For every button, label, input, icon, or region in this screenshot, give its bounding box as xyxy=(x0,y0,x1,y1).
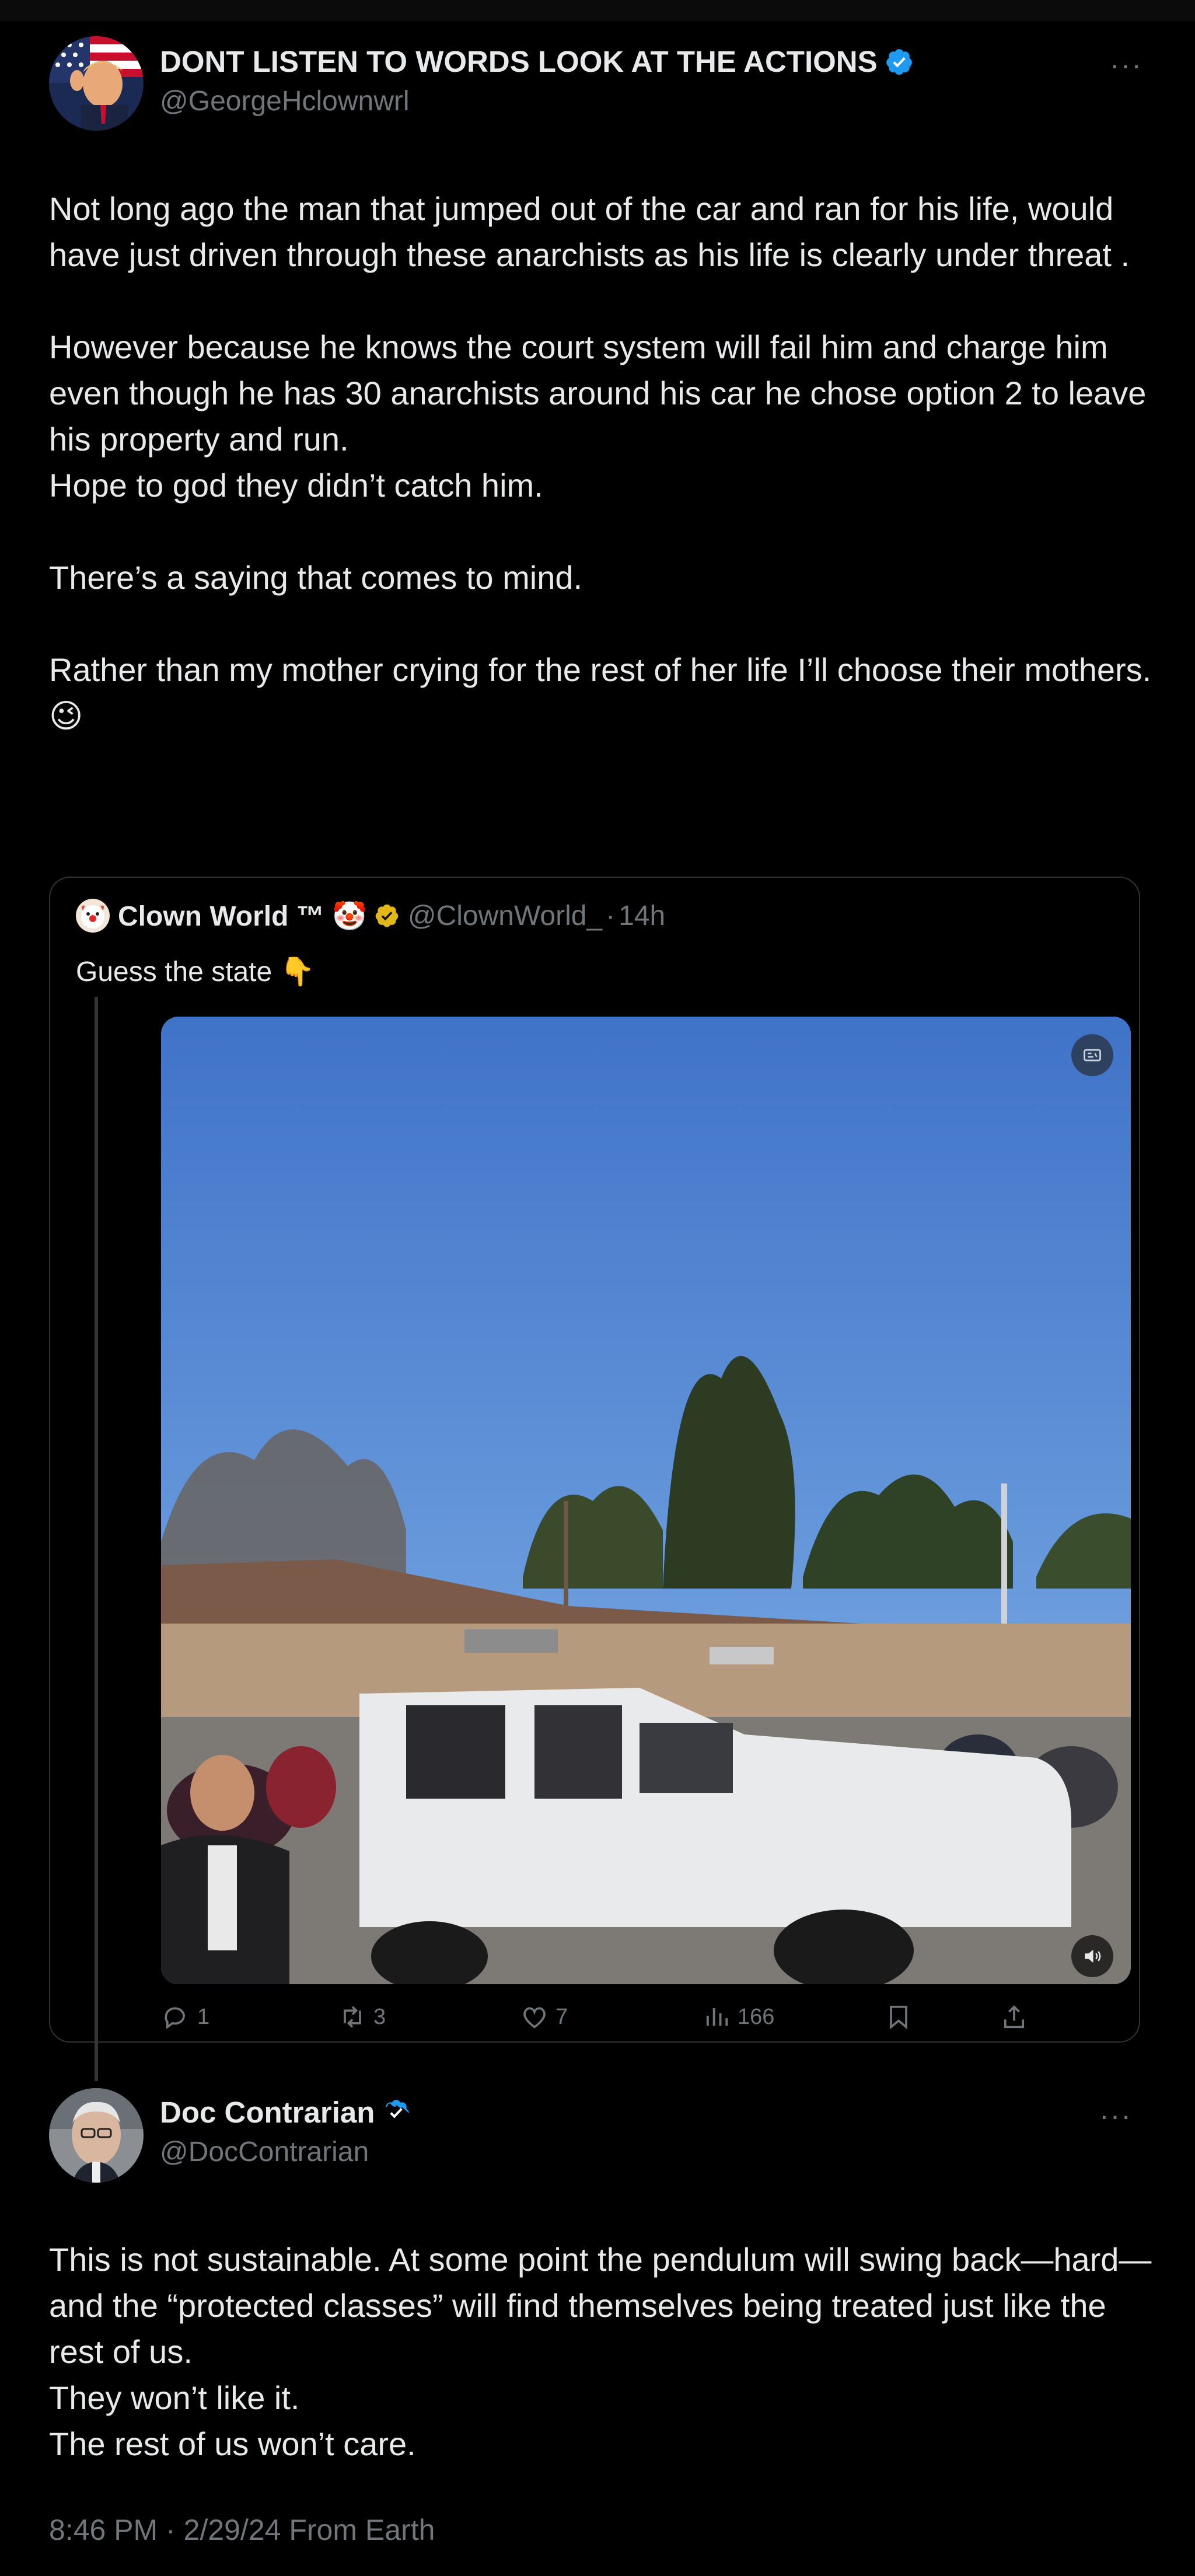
tweet-action-bar: 1 3 7 166 xyxy=(161,2002,1036,2037)
views-icon xyxy=(706,2008,728,2026)
reply-button[interactable]: 1 xyxy=(161,2002,209,2032)
views-button[interactable]: 166 xyxy=(701,2002,774,2032)
gold-check-icon xyxy=(375,904,399,927)
reply-body: This is not sustainable. At some point t… xyxy=(49,2236,1158,2467)
author-display-name[interactable]: DONT LISTEN TO WORDS LOOK AT THE ACTIONS xyxy=(160,44,878,79)
reply-author-display-name[interactable]: Doc Contrarian xyxy=(160,2095,375,2130)
quoted-tweet-header[interactable]: Clown World ™ 🤡 @ClownWorld_ · 14h xyxy=(76,899,665,933)
quoted-author-avatar[interactable] xyxy=(76,899,110,933)
more-horizontal-icon[interactable]: ··· xyxy=(1110,50,1142,79)
volume-icon[interactable] xyxy=(1071,1935,1113,1977)
reply-author-name-row[interactable]: Doc Contrarian xyxy=(160,2095,411,2130)
top-status-bar xyxy=(0,0,1195,21)
gif-icon[interactable] xyxy=(1071,1034,1113,1076)
tweet-body: Not long ago the man that jumped out of … xyxy=(49,186,1158,739)
bookmark-button[interactable] xyxy=(883,2002,920,2032)
verified-badge-icon xyxy=(386,2099,410,2118)
author-avatar[interactable] xyxy=(49,36,144,131)
tweet-timestamp[interactable]: 8:46 PM · 2/29/24 From Earth xyxy=(49,2513,435,2547)
quoted-video-media[interactable] xyxy=(161,1017,1131,1984)
tweet-paragraph: There’s a saying that comes to mind. xyxy=(49,559,583,596)
quoted-tweet-text: Guess the state 👇 xyxy=(76,957,315,987)
quoted-display-name[interactable]: Clown World ™ 🤡 xyxy=(118,899,367,933)
quoted-time[interactable]: 14h xyxy=(619,900,665,932)
tweet-paragraph: Not long ago the man that jumped out of … xyxy=(49,190,1130,273)
share-button[interactable] xyxy=(999,2002,1035,2032)
reply-author-avatar[interactable] xyxy=(49,2088,144,2183)
like-icon xyxy=(523,2007,546,2029)
verified-badge-icon xyxy=(886,48,912,75)
more-horizontal-icon[interactable]: ··· xyxy=(1099,2101,1132,2130)
reply-author-handle[interactable]: @DocContrarian xyxy=(160,2136,369,2168)
thread-connector-line xyxy=(95,997,98,2081)
bookmark-icon xyxy=(890,2005,907,2030)
view-count: 166 xyxy=(738,2004,775,2029)
retweet-icon xyxy=(344,2006,361,2028)
quoted-separator: · xyxy=(606,900,616,931)
like-count: 7 xyxy=(555,2004,568,2029)
reply-text: This is not sustainable. At some point t… xyxy=(49,2241,1152,2462)
reply-icon xyxy=(165,2007,185,2030)
tweet-paragraph: Rather than my mother crying for the res… xyxy=(49,651,1152,734)
reply-count: 1 xyxy=(197,2004,210,2029)
author-name-row[interactable]: DONT LISTEN TO WORDS LOOK AT THE ACTIONS xyxy=(160,44,914,79)
repost-count: 3 xyxy=(373,2004,386,2029)
tweet-paragraph: However because he knows the court syste… xyxy=(49,329,1147,504)
repost-button[interactable]: 3 xyxy=(337,2002,386,2032)
share-icon xyxy=(1004,2005,1025,2029)
quoted-handle[interactable]: @ClownWorld_ xyxy=(408,900,602,932)
author-handle[interactable]: @GeorgeHclownwrl xyxy=(160,85,410,117)
like-button[interactable]: 7 xyxy=(519,2002,568,2032)
